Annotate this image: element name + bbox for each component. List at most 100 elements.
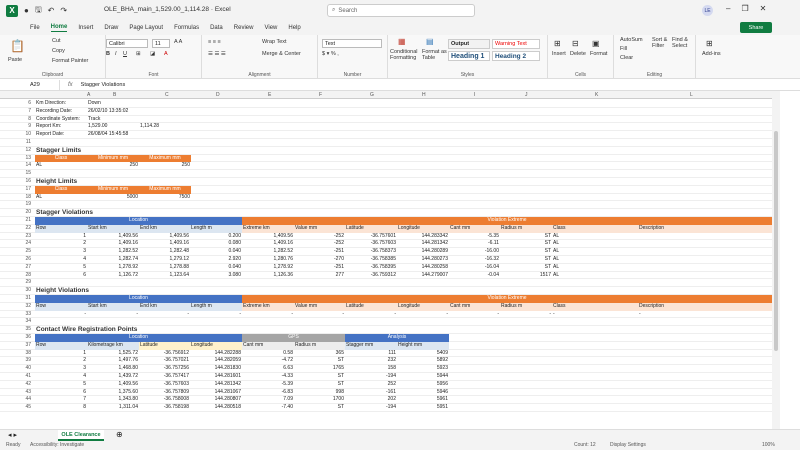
table-cell[interactable]: 250	[87, 162, 139, 170]
table-cell[interactable]: 202	[345, 396, 397, 404]
row-number[interactable]: 24	[0, 240, 34, 246]
font-name-select[interactable]: Calibri	[106, 39, 148, 48]
table-cell[interactable]: -	[190, 311, 242, 319]
table-cell[interactable]: 158	[345, 365, 397, 373]
row-number[interactable]: 35	[0, 326, 34, 332]
table-cell[interactable]: 1,409.56	[242, 233, 294, 241]
group-header-analysis[interactable]: Analysis	[345, 334, 449, 342]
column-header[interactable]: Kilometrage km	[87, 341, 139, 350]
table-cell[interactable]: 1,409.16	[242, 240, 294, 248]
table-cell[interactable]: 1,282.48	[139, 248, 190, 256]
column-header[interactable]: Longitude	[397, 302, 449, 311]
table-cell[interactable]: 5000	[87, 194, 139, 202]
table-cell[interactable]: ST	[500, 264, 552, 272]
table-cell[interactable]	[638, 256, 772, 264]
display-settings[interactable]: Display Settings	[610, 442, 646, 448]
table-cell[interactable]: 277	[294, 272, 345, 280]
table-cell[interactable]: 4	[35, 373, 87, 381]
table-cell[interactable]: 144.280807	[190, 396, 242, 404]
row-number[interactable]: 38	[0, 350, 34, 356]
table-cell[interactable]: ST	[294, 381, 345, 389]
row-number[interactable]: 15	[0, 170, 34, 176]
table-cell[interactable]: -194	[345, 373, 397, 381]
table-cell[interactable]: 365	[294, 350, 345, 358]
row-number[interactable]: 17	[0, 186, 34, 192]
table-cell[interactable]: 1765	[294, 365, 345, 373]
table-cell[interactable]: -36.757417	[139, 373, 190, 381]
row-number[interactable]: 25	[0, 248, 34, 254]
table-cell[interactable]: -36.757809	[139, 389, 190, 397]
table-cell[interactable]: AL	[35, 162, 87, 170]
col-header-g[interactable]: G	[370, 92, 374, 98]
row-number[interactable]: 12	[0, 147, 34, 153]
table-cell[interactable]: 1,409.56	[87, 381, 139, 389]
table-cell[interactable]: -36.757601	[345, 233, 397, 241]
col-header-e[interactable]: E	[268, 92, 271, 98]
table-cell[interactable]: 5409	[397, 350, 449, 358]
table-cell[interactable]: 144.281067	[190, 389, 242, 397]
meta-value[interactable]: Track	[87, 116, 139, 124]
table-cell[interactable]: -36.757603	[139, 381, 190, 389]
column-header[interactable]: Value mm	[294, 302, 345, 311]
share-button[interactable]: Share	[740, 22, 772, 33]
table-cell[interactable]: -36.758373	[345, 248, 397, 256]
table-cell[interactable]: -36.758385	[345, 256, 397, 264]
table-cell[interactable]: -	[345, 311, 397, 319]
column-header[interactable]: End km	[139, 224, 190, 233]
number-format-select[interactable]: Text	[322, 39, 382, 48]
table-cell[interactable]: 5961	[397, 396, 449, 404]
column-header[interactable]: Row	[35, 341, 87, 350]
table-cell[interactable]: -270	[294, 256, 345, 264]
table-cell[interactable]	[638, 272, 772, 280]
table-cell[interactable]: 1,409.56	[87, 233, 139, 241]
table-cell[interactable]: 0.58	[242, 350, 294, 358]
row-number[interactable]: 22	[0, 225, 34, 231]
table-cell[interactable]: 144.282288	[190, 350, 242, 358]
column-header[interactable]: Radius m	[294, 341, 345, 350]
table-header[interactable]: Class	[35, 185, 87, 194]
row-number[interactable]: 6	[0, 100, 34, 106]
table-cell[interactable]: -5.35	[449, 233, 500, 241]
currency-percent-icon[interactable]: $ ▾ % ,	[322, 51, 339, 57]
table-cell[interactable]: 7500	[139, 194, 191, 202]
row-number[interactable]: 23	[0, 233, 34, 239]
column-header[interactable]: Latitude	[139, 341, 190, 350]
column-header[interactable]: Longitude	[397, 224, 449, 233]
col-header-c[interactable]: C	[165, 92, 169, 98]
format-as-table-icon[interactable]: ▤	[426, 37, 434, 46]
meta-value[interactable]: 26/08/04 15:45:58	[87, 131, 139, 139]
table-cell[interactable]: 8	[35, 404, 87, 412]
conditional-formatting-icon[interactable]: ▦	[398, 37, 406, 46]
column-header[interactable]: Class	[552, 224, 638, 233]
sheet-tab-ole-clearance[interactable]: OLE Clearance	[58, 430, 104, 441]
table-cell[interactable]: 5892	[397, 357, 449, 365]
row-number[interactable]: 36	[0, 334, 34, 340]
table-cell[interactable]	[638, 233, 772, 241]
table-cell[interactable]: -	[397, 311, 449, 319]
format-as-table-button[interactable]: Format as Table	[422, 49, 448, 61]
table-cell[interactable]: 5944	[397, 373, 449, 381]
table-cell[interactable]: 1,279.12	[139, 256, 190, 264]
table-cell[interactable]: -5.39	[242, 381, 294, 389]
row-number[interactable]: 30	[0, 287, 34, 293]
tab-file[interactable]: File	[30, 25, 40, 31]
column-header[interactable]: Extreme km	[242, 224, 294, 233]
table-header[interactable]: Minimum mm	[87, 185, 139, 194]
table-cell[interactable]: 1	[35, 350, 87, 358]
row-number[interactable]: 11	[0, 139, 34, 145]
table-cell[interactable]: 998	[294, 389, 345, 397]
table-cell[interactable]: 2.920	[190, 256, 242, 264]
format-painter-button[interactable]: Format Painter	[52, 58, 88, 64]
vertical-scrollbar[interactable]	[772, 91, 780, 429]
table-cell[interactable]: -4.72	[242, 357, 294, 365]
row-number[interactable]: 27	[0, 264, 34, 270]
grow-shrink-font-icon[interactable]: A A	[174, 39, 182, 45]
paste-icon[interactable]: 📋	[10, 39, 25, 53]
meta-label[interactable]: Report Km:	[35, 123, 87, 131]
table-cell[interactable]: 0.080	[190, 240, 242, 248]
table-cell[interactable]: 1,126.36	[242, 272, 294, 280]
table-cell[interactable]: 1,280.76	[242, 256, 294, 264]
table-cell[interactable]: 5923	[397, 365, 449, 373]
row-number[interactable]: 45	[0, 404, 34, 410]
table-cell[interactable]: ST	[294, 404, 345, 412]
